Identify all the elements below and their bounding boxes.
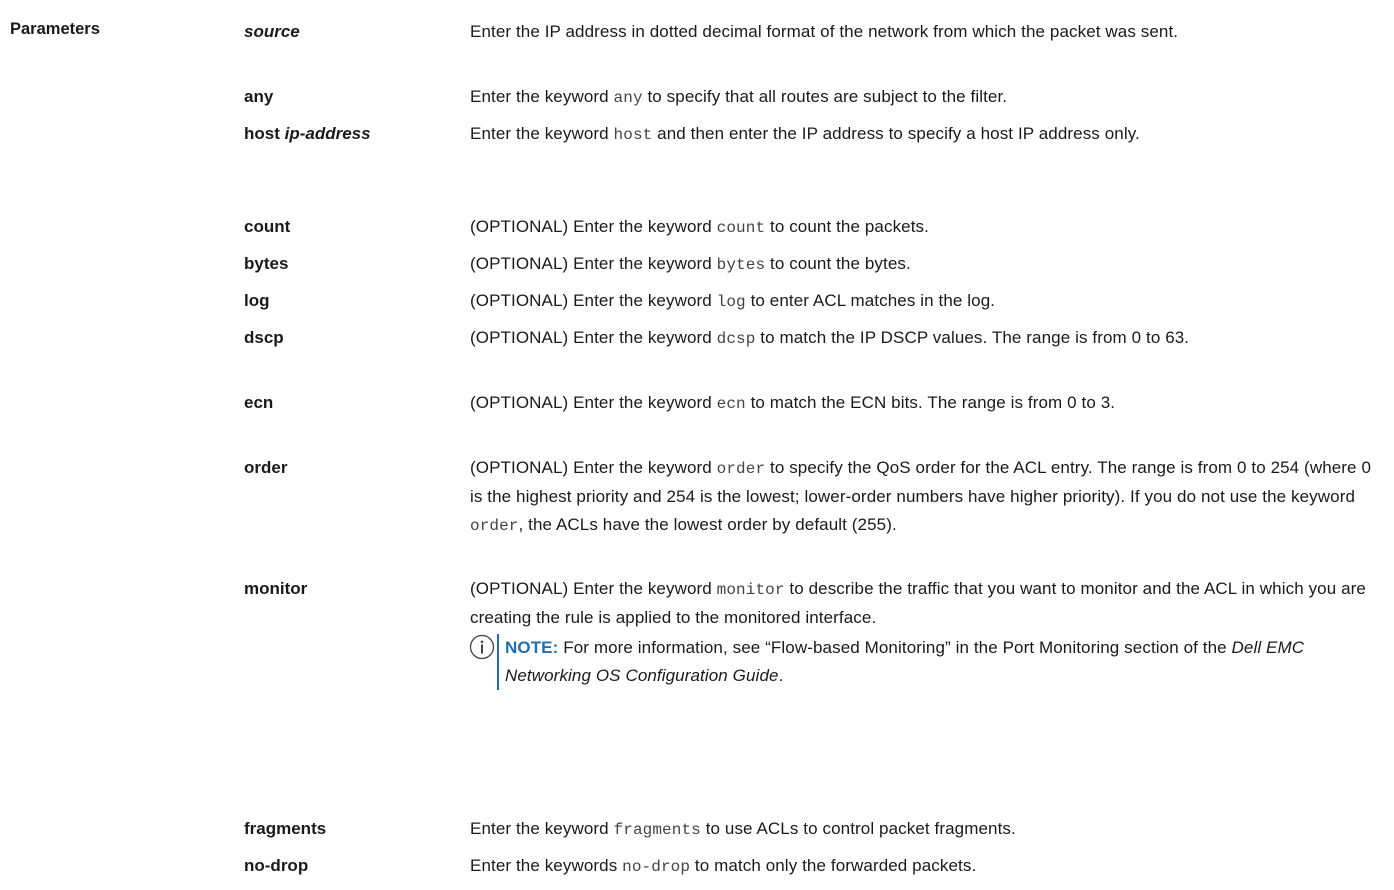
param-term: monitor — [244, 579, 308, 598]
param-term: any — [244, 87, 274, 106]
param-row: no-drop Enter the keywords no-drop to ma… — [244, 852, 1375, 881]
param-row: fragments Enter the keyword fragments to… — [244, 815, 1375, 844]
param-description: (OPTIONAL) Enter the keyword dcsp to mat… — [470, 328, 1190, 348]
param-description: (OPTIONAL) Enter the keyword order to sp… — [470, 458, 1371, 535]
param-term: order — [244, 458, 288, 477]
param-term: log — [244, 291, 270, 310]
param-description: Enter the keyword any to specify that al… — [470, 87, 1008, 107]
param-row: any Enter the keyword any to specify tha… — [244, 83, 1375, 112]
note-callout: NOTE: For more information, see “Flow-ba… — [469, 634, 1375, 690]
param-row: count (OPTIONAL) Enter the keyword count… — [244, 213, 1375, 242]
param-description: Enter the IP address in dotted decimal f… — [470, 22, 1179, 41]
info-icon — [469, 634, 495, 660]
param-row: source Enter the IP address in dotted de… — [244, 18, 1375, 46]
param-term: fragments — [244, 819, 327, 838]
param-term: dscp — [244, 328, 284, 347]
param-term: bytes — [244, 254, 289, 273]
param-description: (OPTIONAL) Enter the keyword ecn to matc… — [470, 393, 1116, 413]
note-label: NOTE: — [505, 638, 559, 657]
param-description: (OPTIONAL) Enter the keyword count to co… — [470, 217, 929, 237]
param-row: host ip-address Enter the keyword host a… — [244, 120, 1375, 149]
param-description: (OPTIONAL) Enter the keyword bytes to co… — [470, 254, 911, 274]
param-row: monitor (OPTIONAL) Enter the keyword mon… — [244, 575, 1375, 690]
param-row: order (OPTIONAL) Enter the keyword order… — [244, 454, 1375, 540]
param-description: (OPTIONAL) Enter the keyword log to ente… — [470, 291, 996, 311]
note-body: NOTE: For more information, see “Flow-ba… — [497, 634, 1365, 690]
param-row: bytes (OPTIONAL) Enter the keyword bytes… — [244, 250, 1375, 279]
param-row: ecn (OPTIONAL) Enter the keyword ecn to … — [244, 389, 1375, 418]
param-row: dscp (OPTIONAL) Enter the keyword dcsp t… — [244, 324, 1375, 353]
param-term: source — [244, 22, 300, 41]
param-description: Enter the keyword host and then enter th… — [470, 124, 1140, 144]
param-term: ecn — [244, 393, 274, 412]
section-title: Parameters — [10, 20, 100, 38]
param-description: (OPTIONAL) Enter the keyword monitor to … — [469, 575, 1375, 690]
param-description: Enter the keywords no-drop to match only… — [470, 856, 977, 876]
param-term: no-drop — [244, 856, 309, 875]
param-row: log (OPTIONAL) Enter the keyword log to … — [244, 287, 1375, 316]
param-term: count — [244, 217, 291, 236]
param-term: host ip-address — [244, 124, 371, 143]
param-description: Enter the keyword fragments to use ACLs … — [470, 819, 1016, 839]
